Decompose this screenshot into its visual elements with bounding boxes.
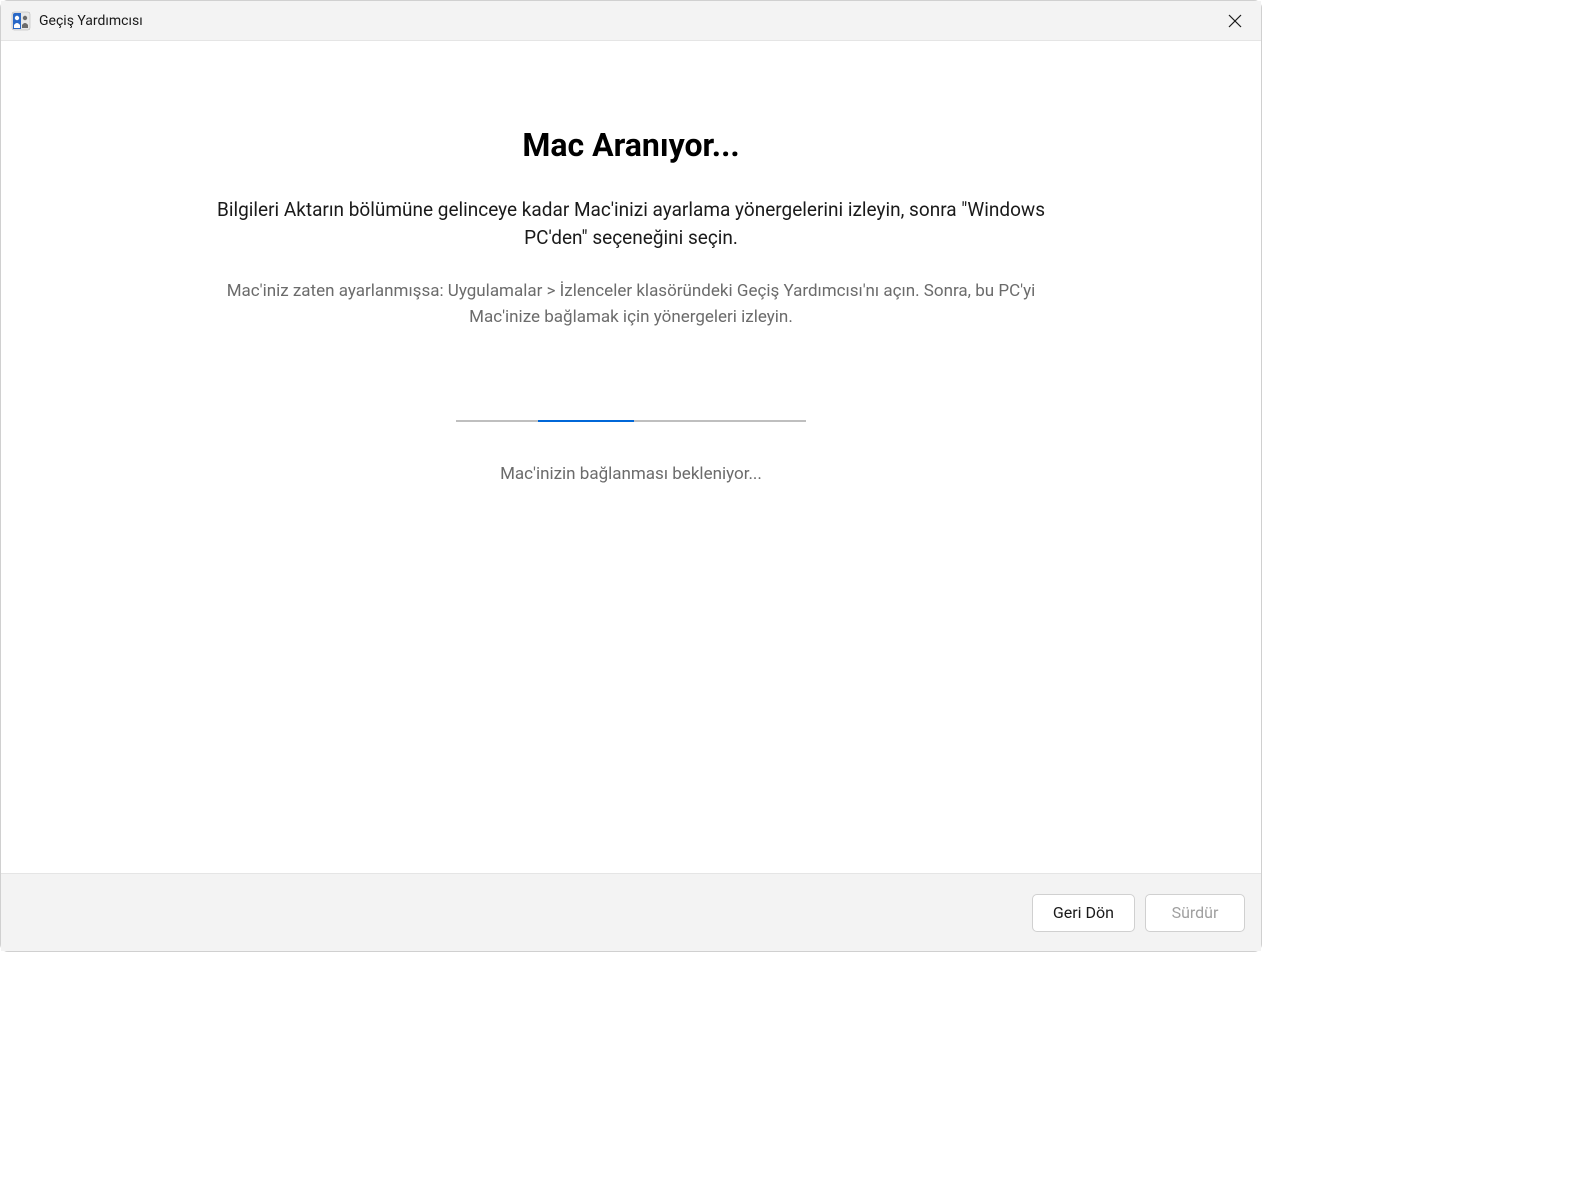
status-text: Mac'inizin bağlanması bekleniyor... [500, 464, 762, 484]
progress-indicator [538, 420, 634, 422]
page-heading: Mac Aranıyor... [522, 126, 739, 164]
close-button[interactable] [1219, 5, 1251, 37]
instruction-primary: Bilgileri Aktarın bölümüne gelinceye kad… [191, 196, 1071, 251]
main-content: Mac Aranıyor... Bilgileri Aktarın bölümü… [1, 41, 1261, 873]
continue-button[interactable]: Sürdür [1145, 894, 1245, 932]
close-icon [1228, 14, 1242, 28]
back-button[interactable]: Geri Dön [1032, 894, 1135, 932]
footer: Geri Dön Sürdür [1, 873, 1261, 951]
progress-bar [456, 420, 806, 422]
titlebar: Geçiş Yardımcısı [1, 1, 1261, 41]
window-title: Geçiş Yardımcısı [39, 13, 1219, 29]
instruction-secondary: Mac'iniz zaten ayarlanmışsa: Uygulamalar… [191, 279, 1071, 330]
app-icon [11, 11, 31, 31]
